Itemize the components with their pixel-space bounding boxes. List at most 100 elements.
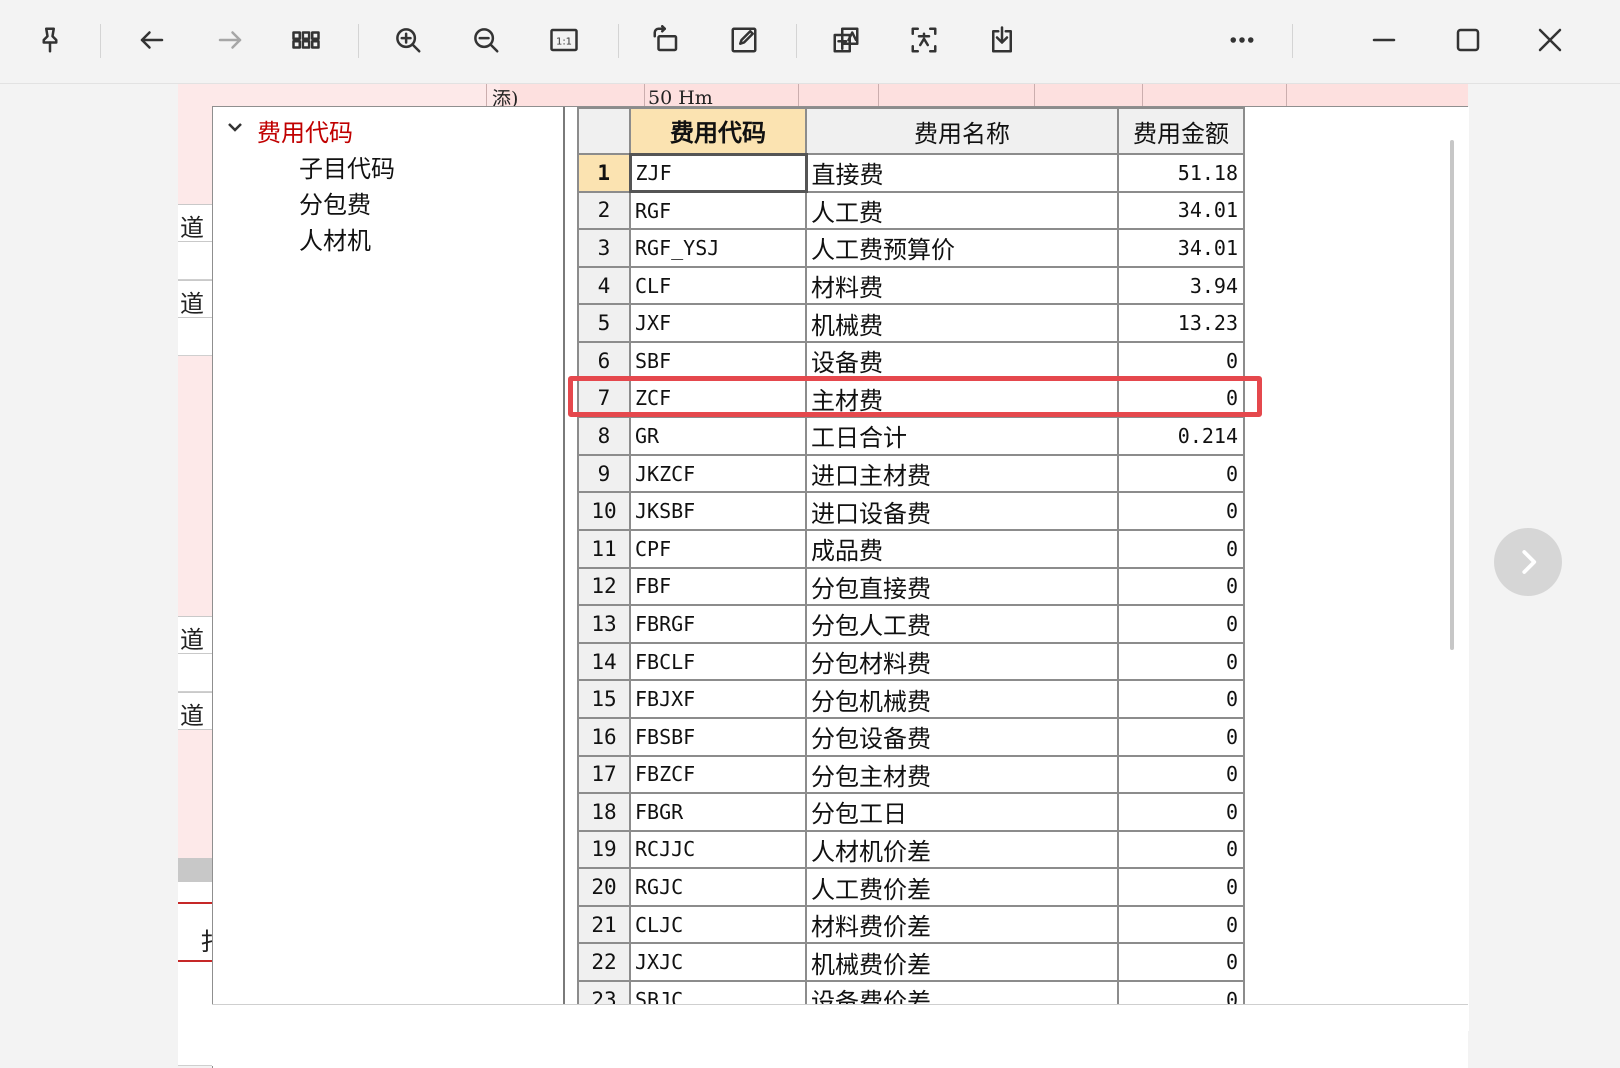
fee-code-cell[interactable]: SBF: [629, 340, 807, 381]
row-number-cell[interactable]: 11: [577, 528, 631, 569]
fee-code-cell[interactable]: RGF: [629, 190, 807, 231]
fee-amount-cell[interactable]: 0: [1117, 604, 1245, 644]
table-row[interactable]: 13 FBRGF 分包人工费 0: [577, 604, 1245, 644]
forward-arrow-icon[interactable]: [208, 18, 252, 62]
fee-code-cell[interactable]: FBZCF: [629, 754, 807, 795]
translate-icon[interactable]: [824, 18, 868, 62]
row-number-cell[interactable]: 15: [577, 679, 631, 719]
row-number-cell[interactable]: 8: [577, 416, 631, 456]
fee-amount-cell[interactable]: 0: [1117, 792, 1245, 832]
row-number-cell[interactable]: 7: [577, 378, 631, 419]
fee-name-cell[interactable]: 分包人工费: [805, 604, 1119, 644]
fee-name-cell[interactable]: 分包设备费: [805, 716, 1119, 757]
row-number-cell[interactable]: 18: [577, 792, 631, 832]
fee-amount-cell[interactable]: 34.01: [1117, 190, 1245, 231]
fee-code-cell[interactable]: ZCF: [629, 378, 807, 419]
fee-amount-cell[interactable]: 0: [1117, 641, 1245, 682]
back-arrow-icon[interactable]: [130, 18, 174, 62]
fee-amount-cell[interactable]: 3.94: [1117, 265, 1245, 306]
fee-amount-cell[interactable]: 34.01: [1117, 228, 1245, 268]
fee-code-cell[interactable]: FBCLF: [629, 641, 807, 682]
table-row[interactable]: 10 JKSBF 进口设备费 0: [577, 491, 1245, 531]
ocr-icon[interactable]: [902, 18, 946, 62]
fee-name-cell[interactable]: 分包材料费: [805, 641, 1119, 682]
fee-amount-cell[interactable]: 0: [1117, 340, 1245, 381]
fee-name-cell[interactable]: 分包机械费: [805, 679, 1119, 719]
fee-code-cell[interactable]: JKSBF: [629, 491, 807, 531]
edit-icon[interactable]: [722, 18, 766, 62]
fee-name-cell[interactable]: 人工费价差: [805, 867, 1119, 907]
zoom-in-icon[interactable]: [386, 18, 430, 62]
fee-name-cell[interactable]: 主材费: [805, 378, 1119, 419]
fee-name-cell[interactable]: 直接费: [805, 153, 1119, 193]
tree-node-labor-material-machine[interactable]: 人材机: [299, 221, 371, 256]
fee-code-cell[interactable]: CLJC: [629, 904, 807, 945]
fee-code-cell[interactable]: FBRGF: [629, 604, 807, 644]
fee-amount-cell[interactable]: 0: [1117, 904, 1245, 945]
fee-code-cell[interactable]: FBJXF: [629, 679, 807, 719]
fee-name-cell[interactable]: 人工费: [805, 190, 1119, 231]
fee-code-cell[interactable]: CPF: [629, 528, 807, 569]
fee-code-cell[interactable]: FBSBF: [629, 716, 807, 757]
table-row[interactable]: 14 FBCLF 分包材料费 0: [577, 641, 1245, 682]
table-row[interactable]: 1 ZJF 直接费 51.18: [577, 152, 1245, 194]
fee-code-cell[interactable]: JXF: [629, 303, 807, 343]
row-number-cell[interactable]: 13: [577, 604, 631, 644]
table-row[interactable]: 18 FBGR 分包工日 0: [577, 792, 1245, 832]
fee-amount-cell[interactable]: 0: [1117, 754, 1245, 795]
fee-code-cell[interactable]: GR: [629, 416, 807, 456]
fee-name-cell[interactable]: 成品费: [805, 528, 1119, 569]
table-row[interactable]: 20 RGJC 人工费价差 0: [577, 867, 1245, 907]
table-row[interactable]: 8 GR 工日合计 0.214: [577, 416, 1245, 456]
tree-node-subcontract-fee[interactable]: 分包费: [299, 185, 371, 220]
actual-size-icon[interactable]: 1:1: [542, 18, 586, 62]
table-row[interactable]: 19 RCJJC 人材机价差 0: [577, 829, 1245, 870]
fee-name-cell[interactable]: 工日合计: [805, 416, 1119, 456]
chevron-down-icon[interactable]: [223, 115, 247, 139]
fee-name-cell[interactable]: 材料费价差: [805, 904, 1119, 945]
table-row[interactable]: 11 CPF 成品费 0: [577, 528, 1245, 569]
column-header-fee-code[interactable]: 费用代码: [629, 107, 807, 155]
fee-amount-cell[interactable]: 0: [1117, 829, 1245, 870]
tree-node-item-code[interactable]: 子目代码: [299, 149, 395, 184]
column-header-fee-name[interactable]: 费用名称: [805, 107, 1119, 155]
more-icon[interactable]: [1220, 18, 1264, 62]
fee-code-cell[interactable]: RGJC: [629, 867, 807, 907]
fee-code-cell[interactable]: ZJF: [628, 152, 808, 194]
column-header-row-number[interactable]: [577, 107, 631, 155]
row-number-cell[interactable]: 14: [577, 641, 631, 682]
table-row[interactable]: 7 ZCF 主材费 0: [577, 378, 1245, 419]
table-row[interactable]: 6 SBF 设备费 0: [577, 340, 1245, 381]
table-row[interactable]: 2 RGF 人工费 34.01: [577, 190, 1245, 231]
row-number-cell[interactable]: 21: [577, 904, 631, 945]
fee-amount-cell[interactable]: 0: [1117, 867, 1245, 907]
fee-amount-cell[interactable]: 0.214: [1117, 416, 1245, 456]
close-icon[interactable]: [1528, 18, 1572, 62]
column-header-fee-amount[interactable]: 费用金额: [1117, 107, 1245, 155]
table-row[interactable]: 22 JXJC 机械费价差 0: [577, 942, 1245, 983]
fee-amount-cell[interactable]: 0: [1117, 716, 1245, 757]
row-number-cell[interactable]: 1: [577, 153, 631, 193]
row-number-cell[interactable]: 16: [577, 716, 631, 757]
fee-name-cell[interactable]: 材料费: [805, 265, 1119, 306]
fee-amount-cell[interactable]: 0: [1117, 491, 1245, 531]
fee-name-cell[interactable]: 人工费预算价: [805, 228, 1119, 268]
fee-name-cell[interactable]: 机械费: [805, 303, 1119, 343]
save-icon[interactable]: [980, 18, 1024, 62]
row-number-cell[interactable]: 4: [577, 265, 631, 306]
row-number-cell[interactable]: 6: [577, 340, 631, 381]
fee-name-cell[interactable]: 分包主材费: [805, 754, 1119, 795]
table-row[interactable]: 16 FBSBF 分包设备费 0: [577, 716, 1245, 757]
fee-name-cell[interactable]: 机械费价差: [805, 942, 1119, 983]
row-number-cell[interactable]: 17: [577, 754, 631, 795]
maximize-icon[interactable]: [1446, 18, 1490, 62]
table-row[interactable]: 9 JKZCF 进口主材费 0: [577, 453, 1245, 494]
row-number-cell[interactable]: 12: [577, 566, 631, 607]
fee-amount-cell[interactable]: 0: [1117, 679, 1245, 719]
fee-name-cell[interactable]: 进口设备费: [805, 491, 1119, 531]
fee-name-cell[interactable]: 分包工日: [805, 792, 1119, 832]
fee-name-cell[interactable]: 设备费: [805, 340, 1119, 381]
fee-code-cell[interactable]: RGF_YSJ: [629, 228, 807, 268]
next-image-button[interactable]: [1494, 528, 1562, 596]
table-row[interactable]: 21 CLJC 材料费价差 0: [577, 904, 1245, 945]
